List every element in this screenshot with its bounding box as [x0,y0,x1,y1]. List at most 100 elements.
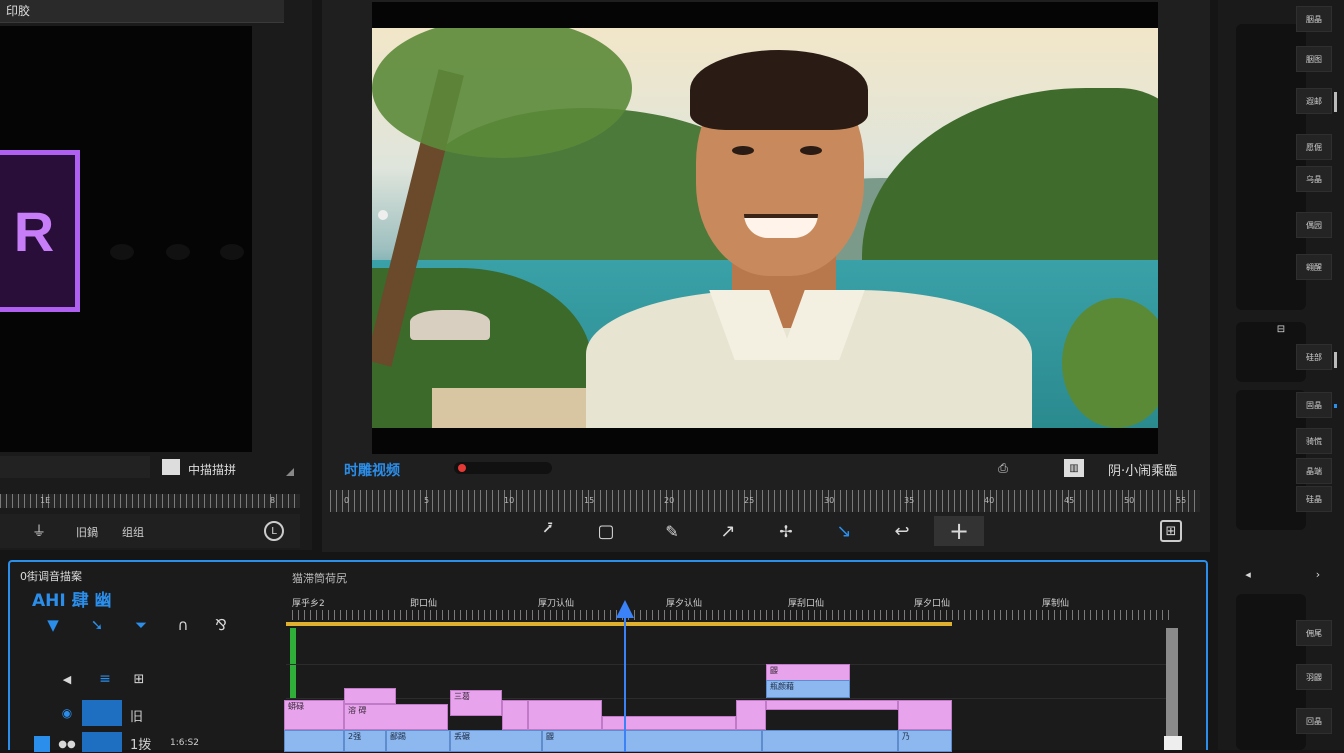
timeline-ruler[interactable] [292,610,1172,620]
timecode-label: 厚乎乡2 [292,599,325,609]
work-area-bar[interactable] [286,622,952,626]
table-icon[interactable]: ⊞ [130,670,148,688]
timeline-clip[interactable]: 乃 [898,730,952,752]
track-toggle[interactable] [82,700,122,726]
source-header-bar: 印胶 [0,0,284,23]
clip-label: 丢碾 [454,732,470,741]
export-frame-icon[interactable]: ⊞ [1160,520,1182,542]
playhead-line[interactable] [624,618,626,752]
source-tick-label: 1E [40,496,51,505]
timeline-clip[interactable] [898,700,952,730]
timer-icon[interactable]: L [264,521,284,541]
add-tool-icon[interactable]: + [934,516,984,546]
ruler-label: 10 [504,496,515,505]
clip-label: 鄙踢 [390,732,406,741]
nav-prev-icon[interactable]: ◂ [1240,566,1256,582]
source-monitor-panel: 印胶 R 中描描拼 1E 8 ⏚ 旧鍋 组组 L [0,0,312,550]
timeline-clip[interactable]: 2强 [344,730,386,752]
ruler-label: 50 [1124,496,1135,505]
filter-icon[interactable]: ≡ [94,668,116,690]
timeline-clip[interactable]: 鼹 [542,730,762,752]
stamp-icon[interactable]: ⏚ [30,522,48,540]
lock-icon[interactable]: ⊟ [1274,322,1288,336]
timeline-clip[interactable] [284,730,344,752]
sidebar-button[interactable]: 胭晶 [1296,6,1332,32]
source-thumb-icon[interactable] [162,459,180,475]
timeline-clip[interactable]: 瓶颜藉 [766,680,850,698]
mute-icon[interactable]: ◀ [58,670,76,688]
nav-next-icon[interactable]: › [1310,566,1326,582]
tool-bar: ⭷ ▢ ✎ ↗ ✢ ↘ ↩ + [532,516,992,548]
timeline-clip[interactable] [736,700,766,730]
sidebar-button[interactable]: 晶端 [1296,458,1332,484]
snap-icon[interactable]: ▼ [40,614,66,636]
video-frame [372,28,1158,428]
sidebar-button[interactable]: 硅晶 [1296,486,1332,512]
track-toggle[interactable] [82,732,122,752]
timeline-clip[interactable] [602,716,736,730]
timecode-label: 厚刀认仙 [538,599,575,609]
selection-tool-icon[interactable]: ⭷ [532,516,564,546]
rectangle-tool-icon[interactable]: ▢ [590,516,622,546]
wrench-icon[interactable]: ∩ [170,614,196,636]
sidebar-button[interactable]: 愿倔 [1296,134,1332,160]
sidebar-button[interactable]: 偶园 [1296,212,1332,238]
gazebo [410,310,490,340]
in-point-marker[interactable] [290,628,296,698]
sidebar-button[interactable]: 遐邮 [1296,88,1332,114]
marker-icon[interactable]: ⏷ [128,614,154,636]
dropdown-corner-icon[interactable] [286,468,294,476]
timeline-scrollbar[interactable] [1166,628,1178,740]
record-bar[interactable] [454,462,552,474]
track-label: 旧 [130,710,144,725]
timecode-label: 厚刮口仙 [788,599,825,609]
ruler-label: 35 [904,496,915,505]
ruler-label: 25 [744,496,755,505]
timeline-clip[interactable] [502,700,528,730]
sidebar-scroll-indicator[interactable] [1334,352,1337,368]
sidebar-button[interactable]: 骑慌 [1296,428,1332,454]
sidebar-button[interactable]: 羽鼹 [1296,664,1332,690]
camera-icon[interactable]: ⎙ [994,460,1012,476]
book-icon[interactable]: ▥ [1064,459,1084,477]
eye-icon[interactable]: ◉ [58,704,76,722]
hand-tool-icon[interactable]: ↩ [886,516,918,546]
sidebar-button[interactable]: 佣尾 [1296,620,1332,646]
razor-tool-icon[interactable]: ✢ [770,516,802,546]
timeline-clip[interactable] [762,730,898,752]
sidebar-button[interactable]: 回晶 [1296,708,1332,734]
ruler-label: 20 [664,496,675,505]
track-divider [286,664,1166,665]
timeline-clip[interactable]: 蟒碌 [284,700,344,730]
source-control-label[interactable]: 旧鍋 [76,524,98,540]
timeline-clip[interactable]: 溶 碍 [344,704,448,730]
timeline-panel: 0街调音描案 AHI 肆 幽 ▼ ➘ ⏷ ∩ ⅋ ◀ ≡ ⊞ ◉ 旧 1拨 ●●… [8,560,1208,753]
timeline-clip[interactable]: 丢碾 [450,730,542,752]
app-logo: R [0,150,80,312]
sidebar-button[interactable]: 乌晶 [1296,166,1332,192]
timeline-sub-title: 猫滞筒荷尻 [292,572,347,585]
link-icon[interactable]: ➘ [84,614,110,636]
sidebar-scroll-indicator[interactable] [1334,92,1337,112]
timeline-scroll-thumb[interactable] [1164,736,1182,750]
arrow-tool-icon[interactable]: ↗ [712,516,744,546]
sidebar-button[interactable]: 胭图 [1296,46,1332,72]
timeline-clip[interactable]: 鄙踢 [386,730,450,752]
playhead-handle[interactable] [616,600,634,618]
ruler-label: 40 [984,496,995,505]
sidebar-button[interactable]: 翱醒 [1296,254,1332,280]
timeline-clip[interactable] [766,700,898,710]
sidebar-button[interactable]: 硅部 [1296,344,1332,370]
viewer-handle[interactable] [378,210,388,220]
source-control-label[interactable]: 组组 [122,524,144,540]
sequence-name: AHI 肆 幽 [32,591,112,611]
timeline-clip[interactable] [344,688,396,704]
timeline-clip[interactable]: 三葛 [450,690,502,716]
pen-tool-icon[interactable]: ↘ [828,516,860,546]
settings-icon[interactable]: ⅋ [208,614,234,636]
sidebar-button[interactable]: 固晶 [1296,392,1332,418]
timeline-clip[interactable] [528,700,602,730]
ripple-tool-icon[interactable]: ✎ [656,516,688,546]
timecode-label: 即口仙 [410,599,438,609]
record-dot-icon[interactable] [458,464,466,472]
